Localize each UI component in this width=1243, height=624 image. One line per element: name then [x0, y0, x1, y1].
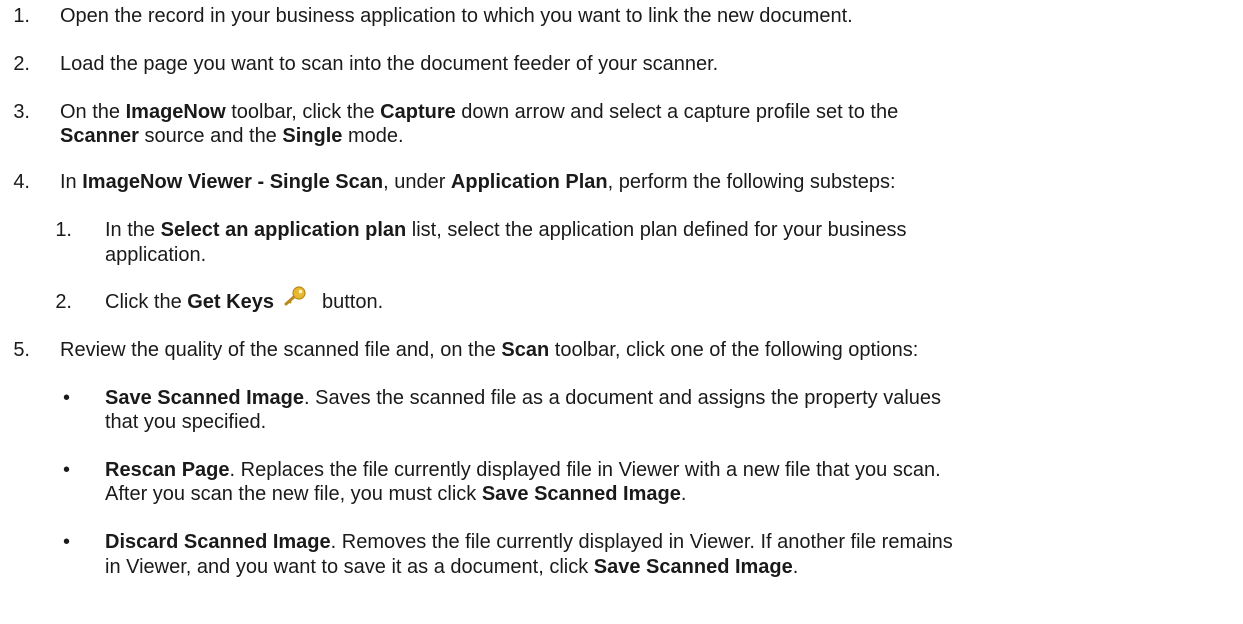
text-run: In [60, 171, 83, 193]
bold-term: Application Plan [450, 171, 608, 193]
text-run: After you scan the new file, you must cl… [105, 483, 482, 505]
bold-term: Single [282, 125, 343, 147]
text-run: , perform the following substeps: [607, 171, 896, 193]
text-run: down arrow and select a capture profile … [455, 101, 899, 123]
bullet-marker: • [63, 387, 71, 409]
line-text: Click the Get Keys button. [105, 286, 384, 314]
text-run: button. [321, 291, 384, 313]
line-text: After you scan the new file, you must cl… [105, 482, 686, 506]
text-run: On the [60, 101, 126, 123]
line-text: Load the page you want to scan into the … [60, 52, 718, 76]
text-run: mode. [342, 125, 404, 147]
text-run: Click the [105, 291, 188, 313]
bold-term: Save Scanned Image [593, 556, 793, 578]
line-text: in Viewer, and you want to save it as a … [105, 555, 798, 579]
line-text: Rescan Page. Replaces the file currently… [105, 458, 941, 482]
text-run: . Saves the scanned file as a document a… [303, 387, 942, 409]
step-number: 2. [55, 291, 72, 313]
text-run: . Replaces the file currently displayed … [229, 459, 941, 481]
bold-term: ImageNow Viewer - Single Scan [82, 171, 384, 193]
text-run: . [792, 556, 799, 578]
bold-term: Capture [380, 101, 456, 123]
bullet-marker: • [63, 531, 71, 553]
text-run: application. [105, 244, 207, 266]
line-text: Open the record in your business applica… [60, 4, 853, 28]
text-run: source and the [138, 125, 283, 147]
line-text: Review the quality of the scanned file a… [60, 338, 918, 362]
text-run: toolbar, click the [225, 101, 381, 123]
text-run: . Removes the file currently displayed i… [330, 531, 953, 553]
line-text: In the Select an application plan list, … [105, 218, 907, 242]
line-text: On the ImageNow toolbar, click the Captu… [60, 100, 898, 124]
step-number: 3. [13, 101, 30, 123]
text-run: In the [105, 219, 161, 241]
bold-term: Rescan Page [105, 459, 230, 481]
text-run: toolbar, click one of the following opti… [549, 339, 919, 361]
line-text: Save Scanned Image. Saves the scanned fi… [105, 386, 941, 410]
line-text: Scanner source and the Single mode. [60, 124, 404, 148]
text-run: in Viewer, and you want to save it as a … [105, 556, 594, 578]
line-text: Discard Scanned Image. Removes the file … [105, 530, 953, 554]
line-text: application. [105, 243, 206, 267]
procedure-document: 1. Open the record in your business appli… [0, 0, 1243, 624]
text-run: , under [383, 171, 451, 193]
text-run: Review the quality of the scanned file a… [60, 339, 502, 361]
bold-term: Discard Scanned Image [105, 531, 331, 553]
bold-term: Scan [501, 339, 550, 361]
bold-term: Select an application plan [160, 219, 407, 241]
bold-term: Save Scanned Image [105, 387, 304, 409]
bold-term: ImageNow [125, 101, 226, 123]
text-run: Open the record in your business applica… [60, 5, 853, 27]
text-run: list, select the application plan define… [406, 219, 907, 241]
bold-term: Get Keys [187, 291, 274, 313]
bullet-marker: • [63, 459, 71, 481]
step-number: 4. [13, 171, 30, 193]
line-text: In ImageNow Viewer - Single Scan, under … [60, 170, 896, 194]
line-text: that you specified. [105, 410, 266, 434]
text-run: . [680, 483, 687, 505]
text-run: that you specified. [105, 411, 267, 433]
key-icon [284, 286, 308, 314]
step-number: 1. [13, 5, 30, 27]
bold-term: Save Scanned Image [481, 483, 681, 505]
bold-term: Scanner [60, 125, 139, 147]
step-number: 1. [55, 219, 72, 241]
step-number: 5. [13, 339, 30, 361]
step-number: 2. [13, 53, 30, 75]
text-run: Load the page you want to scan into the … [60, 53, 719, 75]
